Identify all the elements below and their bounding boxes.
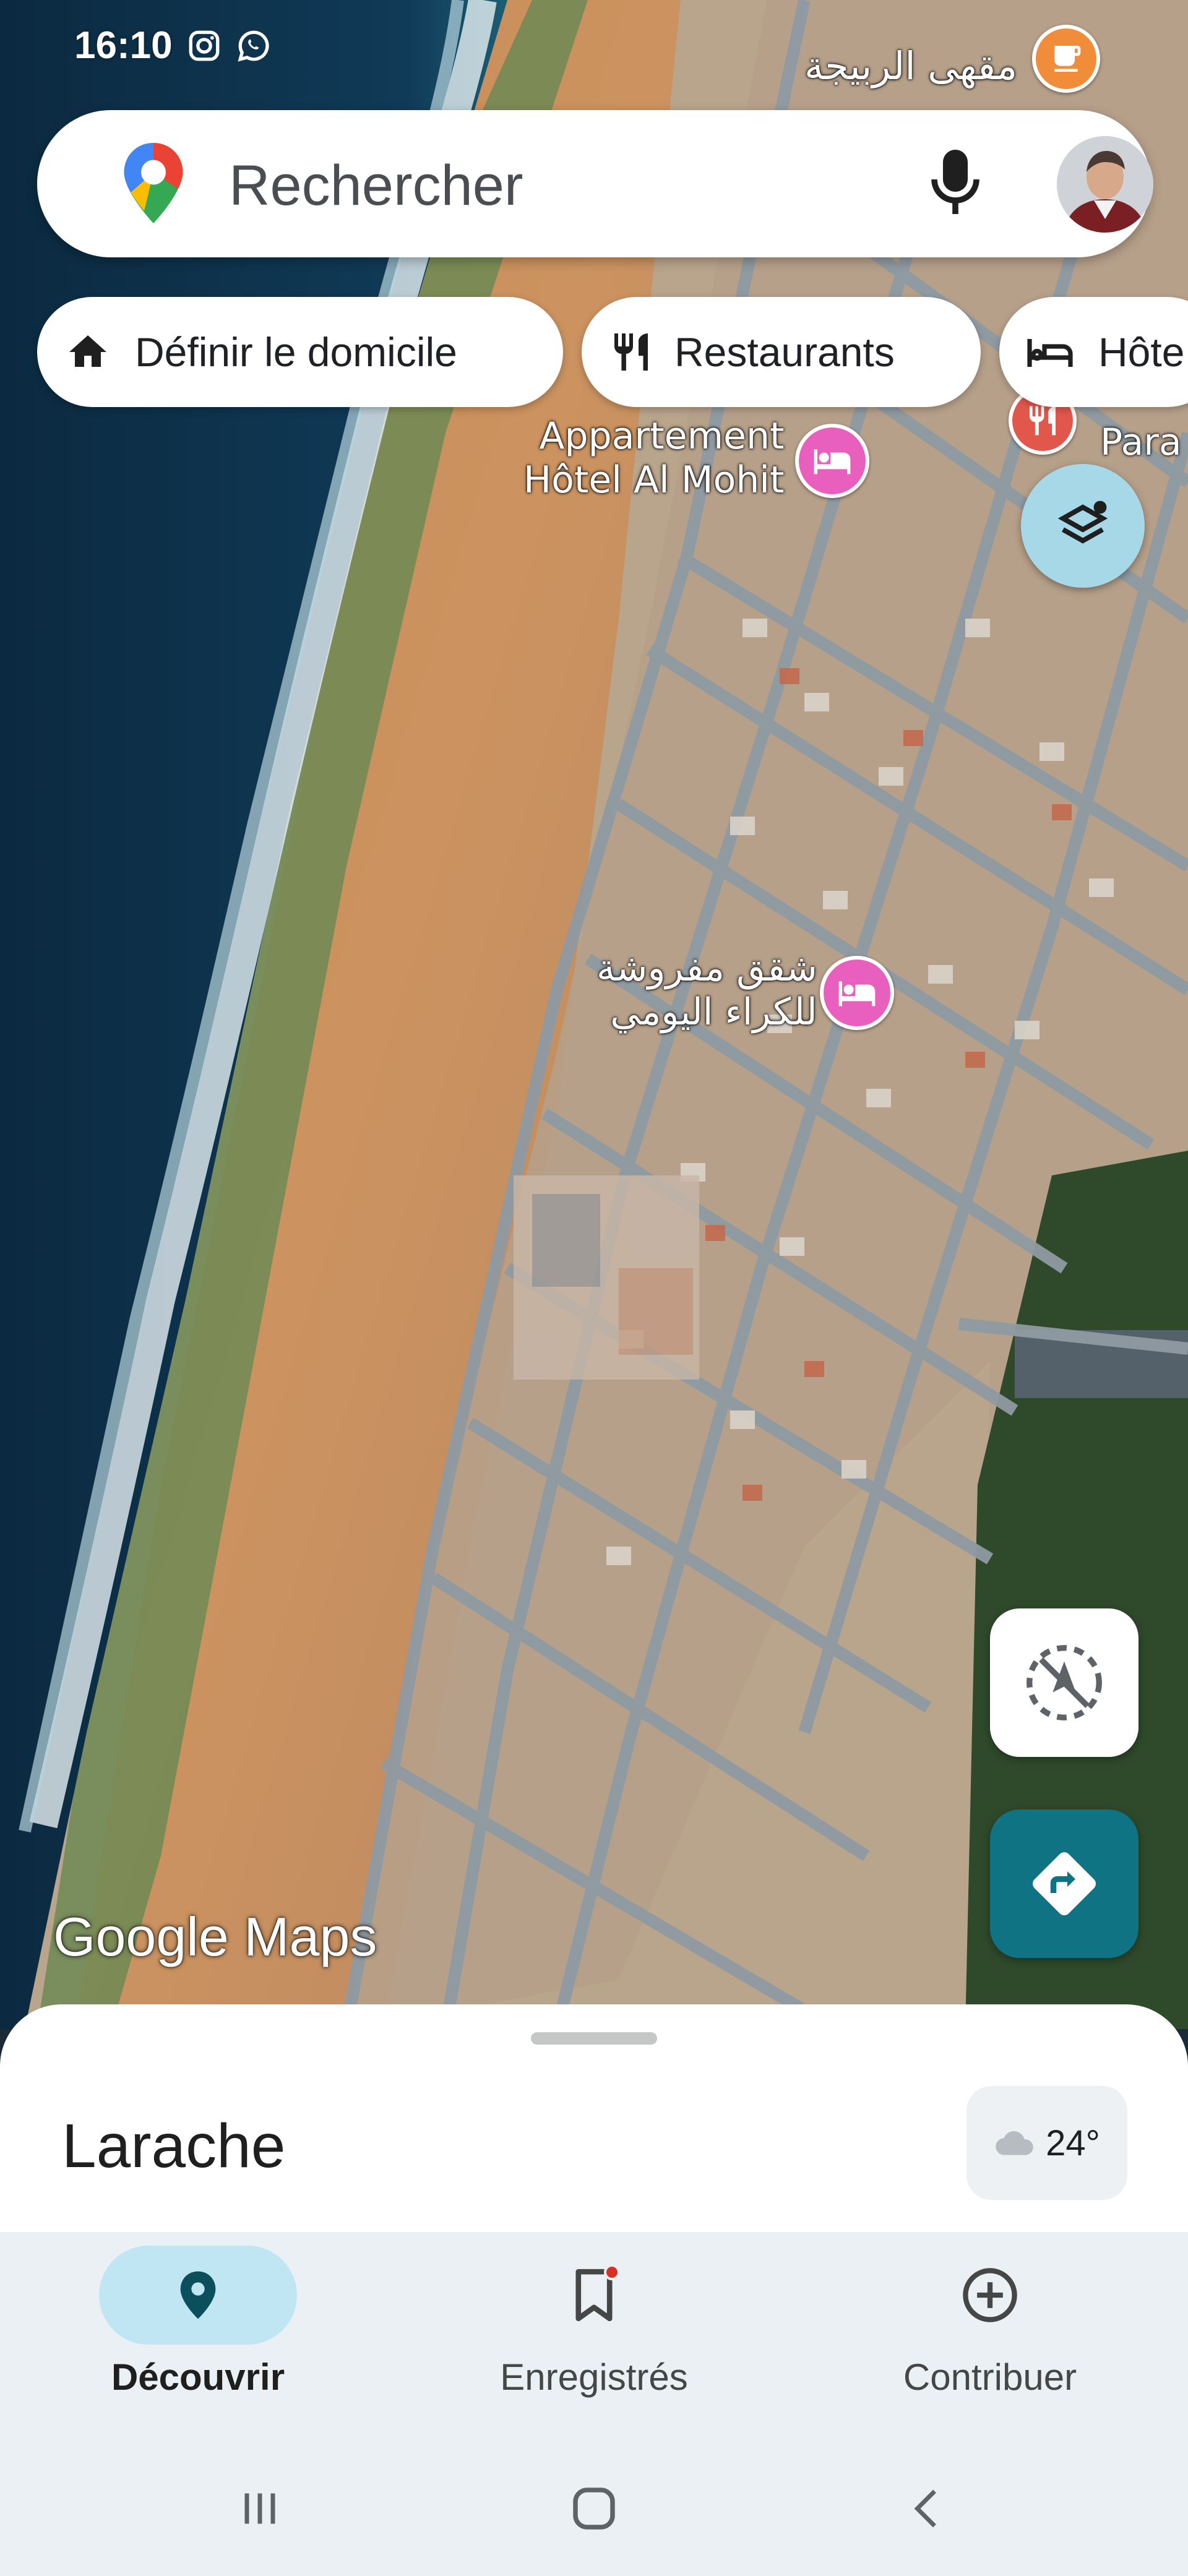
nav-saved-label: Enregistrés — [500, 2356, 688, 2398]
layers-icon — [1057, 500, 1108, 544]
status-bar: 16:10 — [74, 24, 272, 67]
clock: 16:10 — [74, 24, 173, 67]
nav-explore-label: Découvrir — [111, 2356, 285, 2398]
explore-pin-icon — [180, 2271, 216, 2319]
chip-set-home[interactable]: Définir le domicile — [37, 297, 563, 407]
directions-icon — [1032, 1852, 1096, 1916]
map-label-apartments[interactable]: شقق مفروشة للكراء اليومي — [596, 947, 817, 1034]
cafe-poi-icon[interactable] — [1032, 25, 1100, 93]
system-navigation-bar — [0, 2444, 1188, 2576]
whatsapp-icon — [238, 30, 269, 61]
notification-dot — [604, 2264, 620, 2280]
nav-contribute-label: Contribuer — [903, 2356, 1077, 2398]
hotel-poi-icon[interactable] — [795, 424, 869, 498]
search-bar[interactable]: Rechercher — [37, 110, 1153, 257]
map-label-cafe[interactable]: مقهى الربيجة — [804, 43, 1017, 88]
google-maps-pin-logo — [124, 143, 183, 223]
back-icon[interactable] — [891, 2475, 965, 2543]
home-icon[interactable] — [557, 2475, 631, 2543]
nav-explore[interactable]: Découvrir — [0, 2246, 396, 2398]
google-maps-attribution: Google Maps — [53, 1906, 377, 1967]
home-icon — [69, 335, 106, 367]
layers-button[interactable] — [1021, 464, 1145, 588]
bed-icon — [1027, 339, 1073, 367]
place-sheet[interactable]: Larache 24° — [0, 2004, 1188, 2246]
weather-chip[interactable]: 24° — [966, 2086, 1127, 2200]
chip-set-home-label: Définir le domicile — [135, 329, 457, 375]
recenter-button[interactable] — [990, 1608, 1138, 1757]
recents-icon[interactable] — [223, 2475, 297, 2543]
instagram-icon — [189, 30, 219, 61]
weather-temp: 24° — [1046, 2123, 1100, 2163]
chip-restaurants[interactable]: Restaurants — [582, 297, 981, 407]
map-label-partial[interactable]: Para — [1100, 421, 1182, 465]
mic-icon[interactable] — [926, 145, 985, 221]
search-input[interactable]: Rechercher — [229, 153, 523, 218]
chip-restaurants-label: Restaurants — [674, 329, 895, 375]
sheet-drag-handle[interactable] — [531, 2032, 657, 2045]
directions-button[interactable] — [990, 1810, 1138, 1958]
add-circle-icon — [963, 2268, 1017, 2322]
nav-saved[interactable]: Enregistrés — [396, 2246, 792, 2398]
chip-hotels-label: Hôte — [1098, 329, 1185, 375]
compass-icon — [1027, 1645, 1102, 1720]
map-label-hotel[interactable]: Appartement Hôtel Al Mohit — [523, 414, 785, 502]
nav-contribute[interactable]: Contribuer — [792, 2246, 1188, 2398]
fork-knife-icon — [614, 333, 648, 371]
place-title: Larache — [62, 2111, 286, 2181]
chip-hotels[interactable]: Hôte — [999, 297, 1188, 407]
apartment-poi-icon[interactable] — [820, 956, 894, 1030]
account-avatar[interactable] — [1057, 136, 1153, 233]
bottom-navigation: Découvrir Enregistrés Contribuer — [0, 2232, 1188, 2576]
cloud-icon — [996, 2131, 1033, 2155]
